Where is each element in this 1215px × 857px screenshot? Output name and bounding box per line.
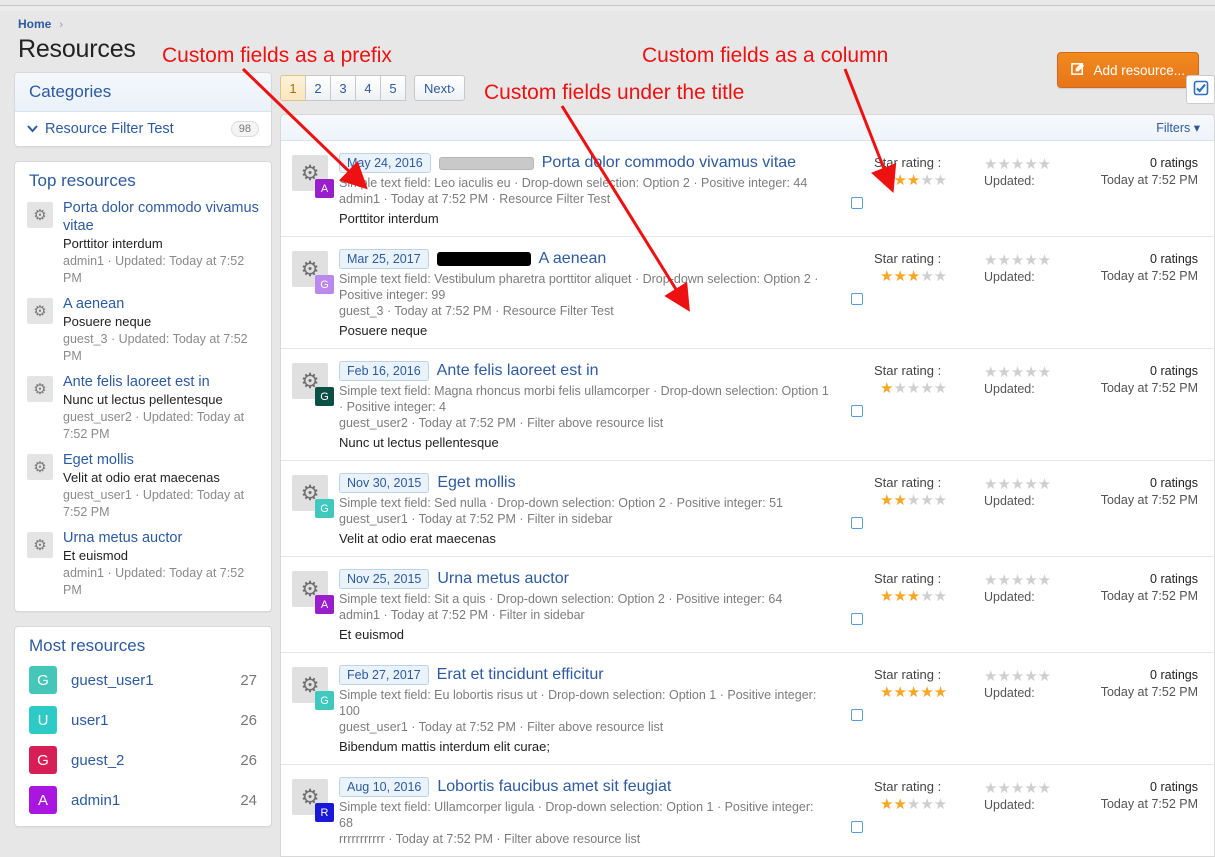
- arrow-under-title: [560, 105, 690, 312]
- annotation-arrows: [241, 67, 897, 312]
- arrow-prefix: [241, 67, 368, 190]
- page-root: Home › Resources Add resource... Categori…: [0, 11, 1215, 857]
- arrow-column: [843, 68, 897, 193]
